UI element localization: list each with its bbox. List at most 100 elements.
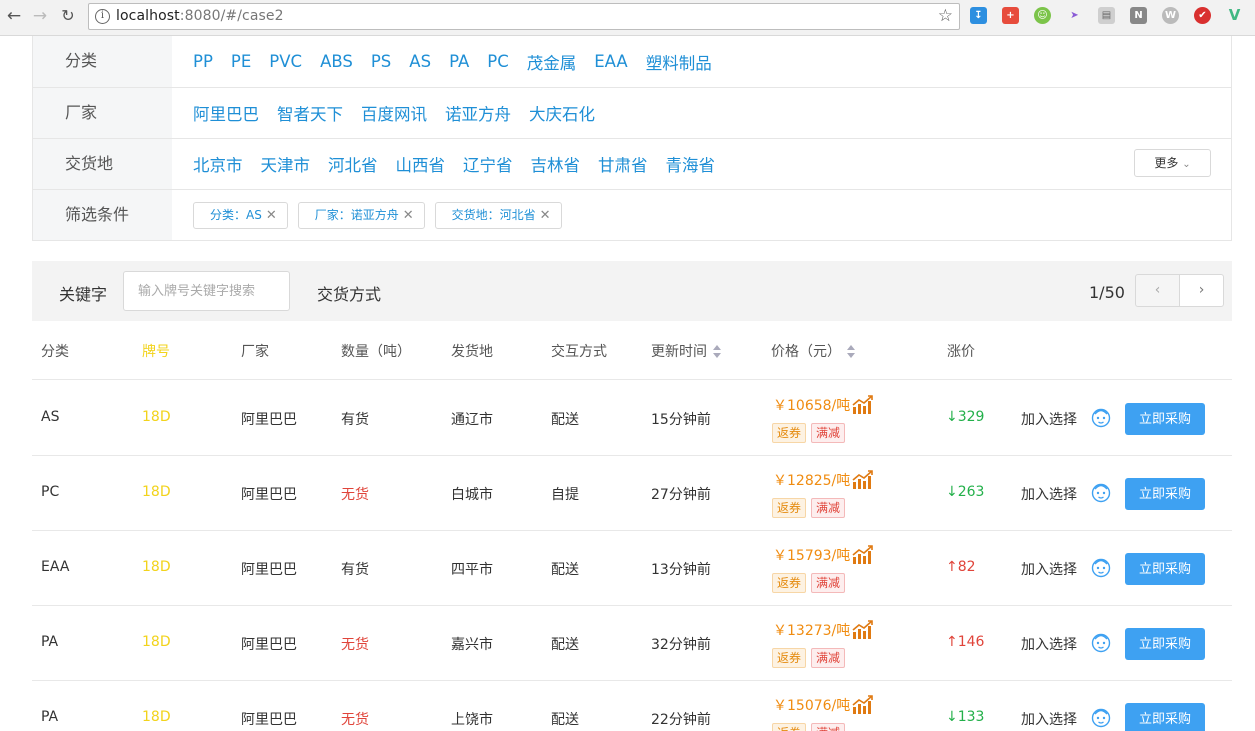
info-icon[interactable]: i — [95, 9, 110, 24]
buy-now-button[interactable]: 立即采购 — [1125, 478, 1205, 510]
delivery-place-option[interactable]: 北京市 — [193, 152, 243, 176]
robot-face-icon[interactable] — [1090, 706, 1112, 728]
delivery-method-filter[interactable]: 交货方式 — [317, 281, 381, 305]
add-to-selection-link[interactable]: 加入选择 — [1021, 484, 1077, 504]
sort-icon[interactable] — [847, 345, 856, 359]
keyword-label: 关键字 — [59, 285, 108, 304]
delivery-place-option[interactable]: 青海省 — [666, 152, 716, 176]
face-extension-icon[interactable]: ☺ — [1034, 7, 1051, 24]
price-trend-icon[interactable] — [852, 470, 874, 490]
cell-brand: 18D — [142, 709, 171, 725]
category-option[interactable]: 塑料制品 — [646, 50, 712, 74]
more-button[interactable]: 更多 ⌄ — [1134, 149, 1211, 177]
buy-now-button[interactable]: 立即采购 — [1125, 553, 1205, 585]
category-option[interactable]: PE — [231, 52, 251, 71]
category-option[interactable]: EAA — [594, 52, 627, 71]
buy-now-button[interactable]: 立即采购 — [1125, 628, 1205, 660]
ad-block-extension-icon[interactable]: + — [1002, 7, 1019, 24]
robot-face-icon[interactable] — [1090, 481, 1112, 503]
manufacturer-option[interactable]: 百度网讯 — [361, 101, 427, 125]
discount-badge: 满减 — [811, 648, 846, 668]
reload-icon[interactable]: ↻ — [58, 6, 78, 26]
address-url[interactable]: localhost:8080/#/case2 — [116, 8, 284, 24]
cell-change: ↓329 — [946, 409, 985, 425]
shield-extension-icon[interactable]: W — [1162, 7, 1179, 24]
promo-badges: 返券满减 — [772, 498, 850, 518]
forward-arrow-icon[interactable]: → — [30, 6, 50, 26]
category-option[interactable]: 茂金属 — [527, 50, 577, 74]
filter-label-manufacturer: 厂家 — [33, 88, 172, 138]
filter-tag[interactable]: 交货地：河北省 ✕ — [434, 201, 562, 229]
col-header-price[interactable]: 价格（元） — [771, 341, 856, 361]
back-arrow-icon[interactable]: ← — [4, 6, 24, 26]
price-trend-icon[interactable] — [852, 695, 874, 715]
manufacturer-options: 阿里巴巴 智者天下 百度网讯 诺亚方舟 大庆石化 — [193, 88, 613, 138]
cell-method: 配送 — [551, 637, 579, 653]
cell-maker: 阿里巴巴 — [241, 412, 297, 428]
category-option[interactable]: AS — [409, 52, 431, 71]
vue-devtools-icon[interactable]: V — [1226, 7, 1243, 24]
filter-tag-label: 交货地：河北省 — [451, 207, 536, 222]
notion-extension-icon[interactable]: N — [1130, 7, 1147, 24]
price-trend-icon[interactable] — [852, 545, 874, 565]
bookmark-star-icon[interactable]: ☆ — [938, 6, 953, 26]
category-option[interactable]: PP — [193, 52, 213, 71]
manufacturer-option[interactable]: 智者天下 — [277, 101, 343, 125]
buy-now-button[interactable]: 立即采购 — [1125, 403, 1205, 435]
cursor-extension-icon[interactable]: ➤ — [1066, 7, 1083, 24]
close-icon[interactable]: ✕ — [266, 208, 277, 223]
delivery-place-option[interactable]: 山西省 — [396, 152, 446, 176]
manufacturer-option[interactable]: 大庆石化 — [529, 101, 595, 125]
cell-updated: 32分钟前 — [651, 637, 711, 653]
cell-brand: 18D — [142, 409, 171, 425]
filter-tag[interactable]: 厂家：诺亚方舟 ✕ — [297, 201, 425, 229]
category-option[interactable]: PC — [487, 52, 508, 71]
rebate-badge: 返券 — [772, 573, 807, 593]
filter-tag[interactable]: 分类：AS ✕ — [193, 201, 288, 229]
download-extension-icon[interactable]: ↧ — [970, 7, 987, 24]
robot-face-icon[interactable] — [1090, 631, 1112, 653]
promo-badges: 返券满减 — [772, 573, 850, 593]
close-icon[interactable]: ✕ — [403, 208, 414, 223]
chevron-down-icon: ⌄ — [1182, 159, 1191, 170]
col-header-change: 涨价 — [947, 344, 975, 360]
price-trend-icon[interactable] — [852, 395, 874, 415]
category-option[interactable]: PA — [449, 52, 469, 71]
filter-tag-label: 分类：AS — [210, 207, 262, 222]
add-to-selection-link[interactable]: 加入选择 — [1021, 709, 1077, 729]
category-option[interactable]: PS — [371, 52, 391, 71]
vpn-extension-icon[interactable]: ✔ — [1194, 7, 1211, 24]
manufacturer-option[interactable]: 阿里巴巴 — [193, 101, 259, 125]
filter-row-category: 分类 PP PE PVC ABS PS AS PA PC 茂金属 EAA 塑料制品 — [33, 36, 1231, 87]
robot-face-icon[interactable] — [1090, 406, 1112, 428]
category-option[interactable]: PVC — [269, 52, 302, 71]
next-page-button[interactable]: › — [1179, 274, 1224, 307]
add-to-selection-link[interactable]: 加入选择 — [1021, 634, 1077, 654]
delivery-place-option[interactable]: 吉林省 — [531, 152, 581, 176]
sort-icon[interactable] — [713, 345, 722, 359]
filter-label-category: 分类 — [33, 36, 172, 87]
delivery-place-option[interactable]: 甘肃省 — [598, 152, 648, 176]
add-to-selection-link[interactable]: 加入选择 — [1021, 409, 1077, 429]
table-header: 分类 牌号 厂家 数量（吨） 发货地 交互方式 更新时间 价格（元） 涨价 — [32, 321, 1232, 380]
cell-category: PC — [41, 484, 60, 500]
price-trend-icon[interactable] — [852, 620, 874, 640]
prev-page-button[interactable]: ‹ — [1135, 274, 1180, 307]
col-header-updated[interactable]: 更新时间 — [651, 341, 722, 361]
close-icon[interactable]: ✕ — [540, 208, 551, 223]
keyword-search-input[interactable] — [123, 271, 290, 311]
reader-extension-icon[interactable]: ▤ — [1098, 7, 1115, 24]
buy-now-button[interactable]: 立即采购 — [1125, 703, 1205, 731]
delivery-place-option[interactable]: 河北省 — [328, 152, 378, 176]
table-row: AS 18D 阿里巴巴 有货 通辽市 配送 15分钟前 ￥10658/吨 返券 满减 ↓329 加入选… — [32, 381, 1232, 456]
address-bar[interactable]: i localhost:8080/#/case2 ☆ — [88, 3, 960, 30]
category-option[interactable]: ABS — [320, 52, 353, 71]
col-header-quantity: 数量（吨） — [341, 344, 411, 360]
delivery-place-option[interactable]: 辽宁省 — [463, 152, 513, 176]
manufacturer-option[interactable]: 诺亚方舟 — [445, 101, 511, 125]
delivery-place-option[interactable]: 天津市 — [261, 152, 311, 176]
promo-badges: 返券满减 — [772, 723, 850, 731]
cell-method: 配送 — [551, 712, 579, 728]
robot-face-icon[interactable] — [1090, 556, 1112, 578]
add-to-selection-link[interactable]: 加入选择 — [1021, 559, 1077, 579]
